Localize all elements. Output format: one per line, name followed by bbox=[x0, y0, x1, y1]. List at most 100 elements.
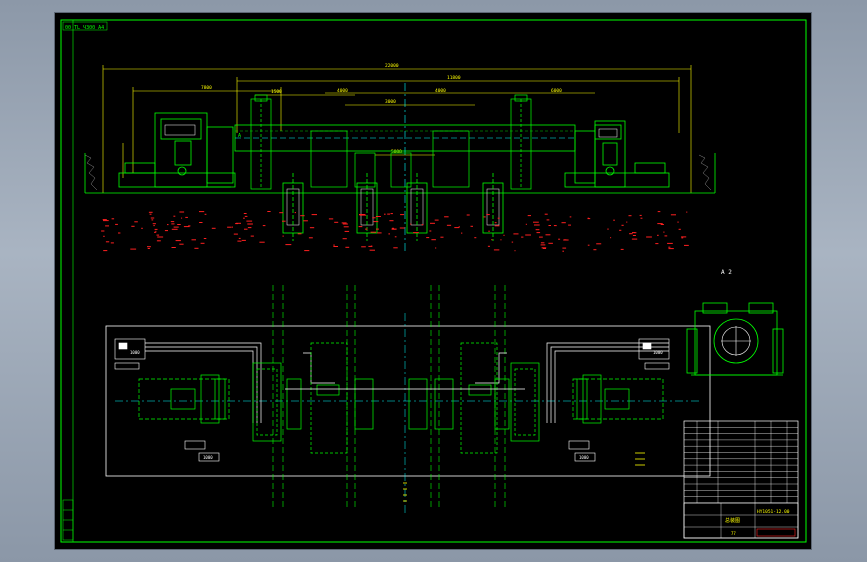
hatch-mark bbox=[343, 226, 349, 228]
plan-tower-blocks bbox=[252, 342, 540, 454]
hatch-mark bbox=[540, 242, 545, 244]
hatch-mark bbox=[421, 224, 424, 226]
hatch-mark bbox=[239, 240, 242, 242]
hatch-mark bbox=[514, 250, 516, 252]
hatch-mark bbox=[199, 222, 203, 223]
pile-legs bbox=[282, 173, 504, 241]
hatch-mark bbox=[626, 221, 628, 223]
hatch-mark bbox=[181, 217, 183, 219]
scale-note: 77 bbox=[731, 531, 736, 536]
hatch-mark bbox=[171, 228, 178, 230]
hatch-mark bbox=[461, 232, 463, 234]
hatch-mark bbox=[149, 213, 152, 215]
small-box-left: 1000 bbox=[203, 455, 213, 460]
hatch-mark bbox=[204, 213, 207, 215]
hatch-mark bbox=[639, 214, 642, 216]
hatch-mark bbox=[243, 213, 247, 214]
hatch-mark bbox=[503, 234, 505, 236]
hatch-mark bbox=[399, 227, 405, 229]
section-marker-a: A bbox=[238, 133, 241, 139]
hatch-mark bbox=[342, 223, 348, 225]
hatch-mark bbox=[103, 220, 109, 222]
hatch-mark bbox=[539, 236, 543, 238]
hatch-mark bbox=[282, 235, 284, 237]
hatch-mark bbox=[103, 250, 108, 252]
hatch-mark bbox=[173, 226, 179, 228]
hatch-mark bbox=[154, 231, 157, 233]
hatch-mark bbox=[328, 218, 334, 220]
hatch-mark bbox=[341, 222, 347, 224]
hatch-mark bbox=[525, 234, 531, 236]
hatch-mark bbox=[458, 226, 460, 228]
hatch-mark bbox=[640, 217, 643, 219]
hatch-mark bbox=[370, 231, 377, 233]
left-side-strip bbox=[62, 499, 74, 541]
hatch-mark bbox=[105, 225, 109, 227]
hatch-mark bbox=[610, 237, 612, 239]
hatch-mark bbox=[156, 234, 160, 236]
hatch-mark bbox=[153, 225, 155, 227]
hatch-mark bbox=[619, 229, 622, 231]
hatch-mark bbox=[446, 224, 452, 226]
hatch-mark bbox=[191, 239, 196, 241]
dim-3000: 3000 bbox=[385, 99, 396, 105]
hatch-mark bbox=[134, 221, 138, 223]
hatch-mark bbox=[164, 230, 168, 232]
hatch-mark bbox=[497, 217, 500, 219]
hatch-mark bbox=[171, 247, 176, 248]
hatch-mark bbox=[541, 247, 547, 249]
hatch-mark bbox=[370, 245, 373, 247]
hatch-mark bbox=[483, 216, 486, 218]
hatch-mark bbox=[487, 245, 490, 247]
hatch-mark bbox=[387, 213, 390, 215]
hatch-mark bbox=[553, 225, 557, 227]
hatch-mark bbox=[101, 230, 105, 232]
hatch-mark bbox=[429, 230, 432, 232]
hatch-mark bbox=[342, 238, 347, 240]
hatch-mark bbox=[392, 228, 396, 230]
hatch-mark bbox=[110, 242, 114, 244]
hatch-mark bbox=[548, 242, 553, 244]
left-block-value: 1000 bbox=[130, 350, 140, 355]
hatch-mark bbox=[677, 221, 679, 223]
hatch-mark bbox=[527, 215, 531, 217]
dim-4000-b: 4000 bbox=[435, 88, 446, 94]
hatch-mark bbox=[177, 224, 181, 225]
hatch-mark bbox=[558, 238, 561, 240]
plan-axis-lines bbox=[272, 285, 506, 509]
hatch-mark bbox=[391, 227, 394, 229]
hatch-mark bbox=[562, 250, 564, 252]
hatch-mark bbox=[158, 240, 161, 242]
hatch-mark bbox=[344, 230, 350, 232]
inner-frame bbox=[72, 19, 807, 543]
dim-1500: 1500 bbox=[271, 89, 282, 95]
hatch-mark bbox=[171, 223, 175, 225]
plan-left-motor bbox=[138, 374, 230, 424]
hatch-mark bbox=[561, 222, 566, 224]
hatch-mark bbox=[593, 249, 597, 251]
hatch-mark bbox=[444, 216, 449, 218]
hatch-mark bbox=[233, 233, 238, 235]
hatch-mark bbox=[389, 220, 394, 222]
hatch-mark bbox=[667, 242, 673, 244]
hatch-mark bbox=[267, 211, 271, 212]
hatch-mark bbox=[620, 248, 624, 250]
elevation-view: 22000 11800 7800 1500 4000 4000 6000 300… bbox=[84, 63, 716, 253]
hatch-mark bbox=[632, 235, 636, 236]
hatch-mark bbox=[681, 236, 687, 238]
hatch-mark bbox=[684, 244, 689, 246]
hatch-mark bbox=[587, 218, 591, 220]
hatch-mark bbox=[188, 225, 191, 227]
hatch-mark bbox=[491, 239, 493, 241]
hatch-mark bbox=[435, 247, 437, 249]
hatch-mark bbox=[413, 232, 419, 234]
hatch-mark bbox=[238, 237, 241, 239]
hatch-mark bbox=[569, 216, 572, 218]
hatch-mark bbox=[244, 215, 248, 217]
hatch-mark bbox=[227, 226, 232, 228]
hatch-mark bbox=[494, 222, 497, 224]
hatch-mark bbox=[185, 216, 188, 218]
cable-runs bbox=[145, 342, 669, 423]
hatch-mark bbox=[199, 211, 205, 213]
hatch-mark bbox=[390, 213, 393, 215]
